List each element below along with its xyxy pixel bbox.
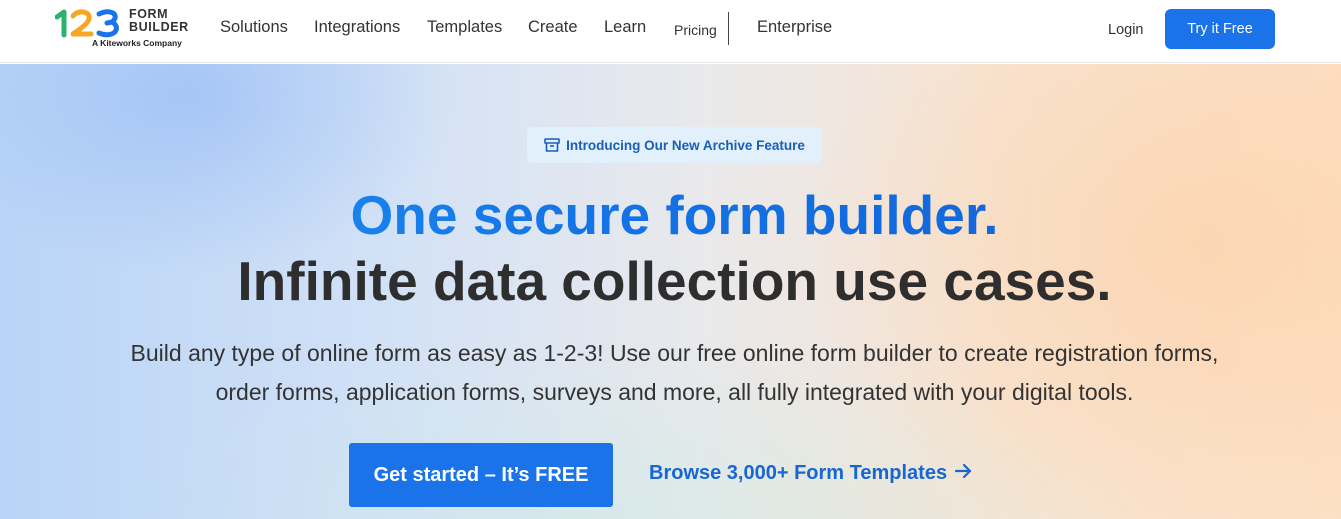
hero-title-line2: Infinite data collection use cases. — [237, 250, 1112, 312]
arrow-right-icon — [954, 462, 973, 485]
nav-templates[interactable]: Templates — [427, 18, 502, 37]
archive-icon — [544, 138, 560, 152]
browse-templates-link[interactable]: Browse 3,000+ Form Templates — [649, 462, 973, 485]
nav-learn[interactable]: Learn — [604, 18, 646, 37]
hero-title-line1: One secure form builder. — [0, 182, 1341, 248]
hero-description-line1: Build any type of online form as easy as… — [130, 340, 1219, 366]
nav-solutions[interactable]: Solutions — [220, 18, 288, 37]
nav-enterprise[interactable]: Enterprise — [757, 18, 832, 37]
hero-section: Introducing Our New Archive Feature One … — [0, 64, 1341, 519]
get-started-button[interactable]: Get started – It’s FREE — [349, 443, 613, 507]
nav-create[interactable]: Create — [528, 18, 578, 37]
hero-description-line2: order forms, application forms, surveys … — [215, 379, 1134, 405]
site-header: FORM BUILDER A Kiteworks Company Solutio… — [0, 0, 1341, 63]
nav-integrations[interactable]: Integrations — [314, 18, 400, 37]
try-free-button[interactable]: Try it Free — [1165, 9, 1275, 49]
nav-pricing[interactable]: Pricing — [674, 22, 717, 38]
announcement-badge[interactable]: Introducing Our New Archive Feature — [527, 127, 822, 163]
browse-templates-label: Browse 3,000+ Form Templates — [649, 462, 948, 484]
nav-divider — [728, 12, 729, 45]
hero-description: Build any type of online form as easy as… — [0, 334, 1341, 412]
login-link[interactable]: Login — [1108, 22, 1143, 38]
badge-label: Introducing Our New Archive Feature — [566, 137, 805, 153]
